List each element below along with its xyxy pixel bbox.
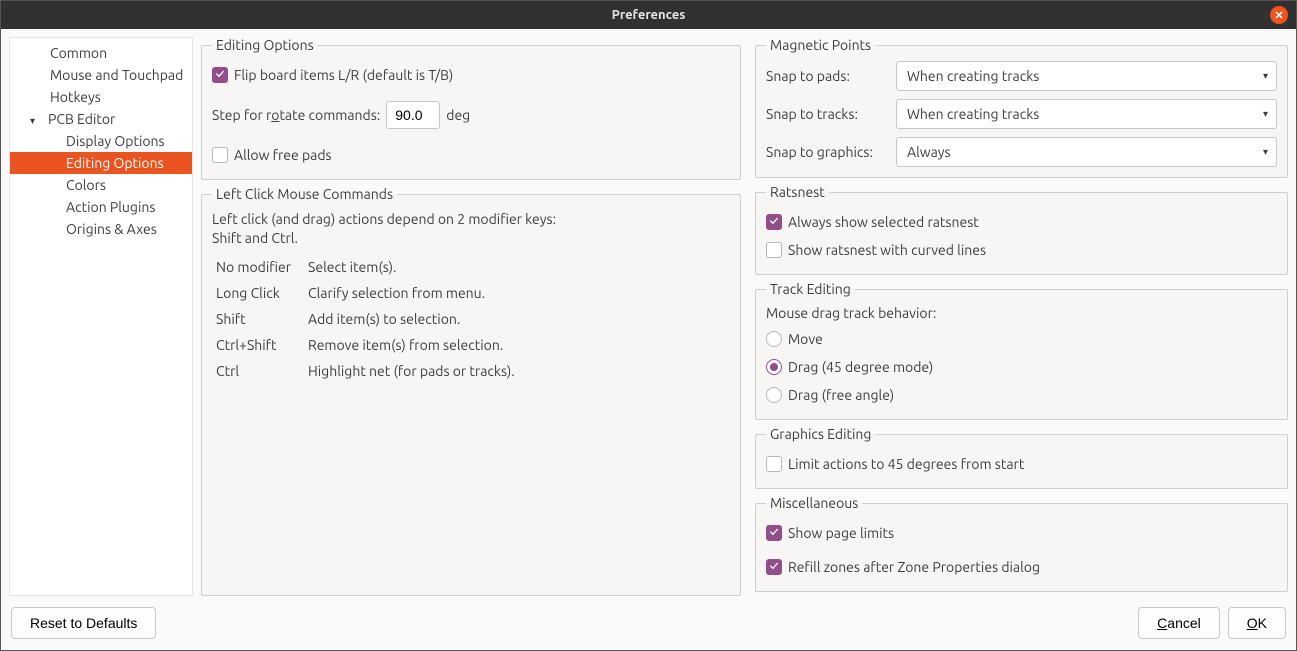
flip-board-items-checkbox[interactable] [212,67,228,83]
content: Editing Options Flip board items L/R (de… [201,37,1288,596]
sidebar-item-label: PCB Editor [48,111,115,127]
miscellaneous-legend: Miscellaneous [766,495,862,511]
table-row: Long ClickClarify selection from menu. [212,280,730,306]
graphics-editing-group: Graphics Editing Limit actions to 45 deg… [755,426,1288,489]
track-dragfree-label: Drag (free angle) [788,387,894,403]
limit-45-label: Limit actions to 45 degrees from start [788,456,1024,472]
left-click-commands-group: Left Click Mouse Commands Left click (an… [201,186,741,596]
show-page-limits-label: Show page limits [788,525,894,541]
table-row: ShiftAdd item(s) to selection. [212,306,730,332]
body: Common Mouse and Touchpad Hotkeys PCB Ed… [1,29,1296,596]
magnetic-points-legend: Magnetic Points [766,37,875,53]
ok-button[interactable]: OK [1228,607,1286,639]
close-icon[interactable]: ✕ [1270,6,1288,24]
table-row: CtrlHighlight net (for pads or tracks). [212,358,730,384]
left-click-commands-legend: Left Click Mouse Commands [212,186,397,202]
track-move-label: Move [788,331,823,347]
sidebar-item-editing-options[interactable]: Editing Options [10,152,192,174]
sidebar: Common Mouse and Touchpad Hotkeys PCB Ed… [9,37,193,596]
step-rotate-input[interactable] [386,101,440,129]
table-row: No modifierSelect item(s). [212,254,730,280]
sidebar-item-pcb-editor[interactable]: PCB Editor [10,108,192,130]
refill-zones-checkbox[interactable] [766,559,782,575]
sidebar-item-mouse-touchpad[interactable]: Mouse and Touchpad [10,64,192,86]
snap-graphics-label: Snap to graphics: [766,144,896,160]
sidebar-item-hotkeys[interactable]: Hotkeys [10,86,192,108]
limit-45-checkbox[interactable] [766,456,782,472]
miscellaneous-group: Miscellaneous Show page limits Refill zo… [755,495,1288,592]
step-rotate-label: Step for rotate commands: [212,107,380,123]
editing-options-group: Editing Options Flip board items L/R (de… [201,37,741,180]
titlebar: Preferences ✕ [1,1,1296,29]
snap-tracks-label: Snap to tracks: [766,106,896,122]
allow-free-pads-checkbox[interactable] [212,147,228,163]
left-column: Editing Options Flip board items L/R (de… [201,37,741,596]
track-drag45-label: Drag (45 degree mode) [788,359,933,375]
sidebar-item-common[interactable]: Common [10,42,192,64]
snap-graphics-select[interactable]: Always [896,137,1277,167]
always-show-ratsnest-checkbox[interactable] [766,214,782,230]
graphics-editing-legend: Graphics Editing [766,426,875,442]
sidebar-item-action-plugins[interactable]: Action Plugins [10,196,192,218]
table-row: Ctrl+ShiftRemove item(s) from selection. [212,332,730,358]
sidebar-item-origins-axes[interactable]: Origins & Axes [10,218,192,240]
track-drag45-radio[interactable] [766,359,782,375]
curved-ratsnest-checkbox[interactable] [766,242,782,258]
reset-defaults-button[interactable]: Reset to Defaults [11,607,156,639]
magnetic-points-group: Magnetic Points Snap to pads: When creat… [755,37,1288,178]
editing-options-legend: Editing Options [212,37,318,53]
track-dragfree-radio[interactable] [766,387,782,403]
ratsnest-group: Ratsnest Always show selected ratsnest S… [755,184,1288,275]
cancel-button[interactable]: Cancel [1138,607,1220,639]
show-page-limits-checkbox[interactable] [766,525,782,541]
flip-board-items-label: Flip board items L/R (default is T/B) [234,67,453,83]
sidebar-item-display-options[interactable]: Display Options [10,130,192,152]
snap-tracks-select[interactable]: When creating tracks [896,99,1277,129]
preferences-window: Preferences ✕ Common Mouse and Touchpad … [0,0,1297,651]
mouse-commands-table: No modifierSelect item(s). Long ClickCla… [212,254,730,384]
always-show-ratsnest-label: Always show selected ratsnest [788,214,979,230]
curved-ratsnest-label: Show ratsnest with curved lines [788,242,986,258]
sidebar-item-colors[interactable]: Colors [10,174,192,196]
snap-pads-label: Snap to pads: [766,68,896,84]
refill-zones-label: Refill zones after Zone Properties dialo… [788,559,1040,575]
allow-free-pads-label: Allow free pads [234,147,332,163]
ratsnest-legend: Ratsnest [766,184,829,200]
step-rotate-unit: deg [446,107,470,123]
track-move-radio[interactable] [766,331,782,347]
track-editing-legend: Track Editing [766,281,855,297]
snap-pads-select[interactable]: When creating tracks [896,61,1277,91]
left-click-desc: Left click (and drag) actions depend on … [212,210,730,248]
track-editing-group: Track Editing Mouse drag track behavior:… [755,281,1288,420]
footer: Reset to Defaults Cancel OK [1,596,1296,650]
right-column: Magnetic Points Snap to pads: When creat… [755,37,1288,596]
track-drag-sub: Mouse drag track behavior: [766,305,1277,321]
window-title: Preferences [612,8,686,22]
